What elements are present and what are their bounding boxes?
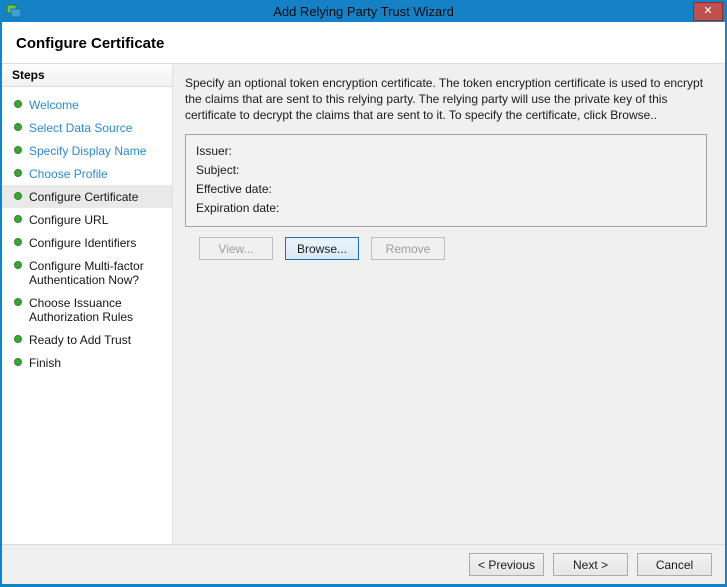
certificate-actions: View... Browse... Remove bbox=[199, 237, 715, 260]
step-bullet-icon bbox=[14, 261, 22, 269]
previous-button[interactable]: < Previous bbox=[469, 553, 544, 576]
step-label: Choose Profile bbox=[29, 167, 108, 181]
steps-list: Welcome Select Data Source Specify Displ… bbox=[2, 87, 172, 374]
title-bar[interactable]: Add Relying Party Trust Wizard ✕ bbox=[2, 0, 725, 22]
remove-button[interactable]: Remove bbox=[371, 237, 445, 260]
window-title: Add Relying Party Trust Wizard bbox=[273, 3, 454, 19]
step-ready-to-add-trust: Ready to Add Trust bbox=[2, 328, 172, 351]
cert-field-subject: Subject: bbox=[196, 163, 240, 177]
step-configure-certificate: Configure Certificate bbox=[2, 185, 172, 208]
window-body: Configure Certificate Steps Welcome Sele… bbox=[2, 22, 725, 584]
step-label: Configure Multi-factor Authentication No… bbox=[29, 259, 144, 287]
step-bullet-icon bbox=[14, 192, 22, 200]
steps-sidebar: Steps Welcome Select Data Source Specify… bbox=[2, 64, 173, 544]
step-choose-profile: Choose Profile bbox=[2, 162, 172, 185]
close-button[interactable]: ✕ bbox=[693, 1, 723, 21]
step-finish: Finish bbox=[2, 351, 172, 374]
step-label: Finish bbox=[29, 356, 62, 370]
step-welcome: Welcome bbox=[2, 93, 172, 116]
app-icon bbox=[6, 3, 22, 19]
cert-field-effective-date: Effective date: bbox=[196, 182, 272, 196]
page-title: Configure Certificate bbox=[16, 35, 165, 52]
description-text: Specify an optional token encryption cer… bbox=[185, 76, 704, 122]
step-bullet-icon bbox=[14, 238, 22, 246]
step-bullet-icon bbox=[14, 335, 22, 343]
step-configure-mfa: Configure Multi-factor Authentication No… bbox=[2, 254, 172, 291]
step-label: Specify Display Name bbox=[29, 144, 147, 158]
step-bullet-icon bbox=[14, 358, 22, 366]
cert-field-issuer: Issuer: bbox=[196, 144, 233, 158]
step-label: Configure URL bbox=[29, 213, 109, 227]
step-configure-identifiers: Configure Identifiers bbox=[2, 231, 172, 254]
step-label: Select Data Source bbox=[29, 121, 133, 135]
step-bullet-icon bbox=[14, 298, 22, 306]
step-bullet-icon bbox=[14, 123, 22, 131]
cert-field-expiration-date: Expiration date: bbox=[196, 201, 280, 215]
certificate-details-box: Issuer: Subject: Effective date: Expirat… bbox=[185, 134, 707, 227]
next-button[interactable]: Next > bbox=[553, 553, 628, 576]
browse-button[interactable]: Browse... bbox=[285, 237, 359, 260]
step-choose-issuance-rules: Choose Issuance Authorization Rules bbox=[2, 291, 172, 328]
step-label: Choose Issuance Authorization Rules bbox=[29, 296, 134, 324]
step-configure-url: Configure URL bbox=[2, 208, 172, 231]
cancel-button[interactable]: Cancel bbox=[637, 553, 712, 576]
step-bullet-icon bbox=[14, 215, 22, 223]
wizard-window: Add Relying Party Trust Wizard ✕ Configu… bbox=[0, 0, 727, 587]
page-header: Configure Certificate bbox=[2, 22, 725, 64]
step-select-data-source: Select Data Source bbox=[2, 116, 172, 139]
view-button[interactable]: View... bbox=[199, 237, 273, 260]
wizard-footer: < Previous Next > Cancel bbox=[2, 544, 725, 584]
step-label: Ready to Add Trust bbox=[29, 333, 132, 347]
step-bullet-icon bbox=[14, 169, 22, 177]
wizard-page-content: Specify an optional token encryption cer… bbox=[173, 64, 725, 544]
step-label: Configure Certificate bbox=[29, 190, 139, 204]
step-bullet-icon bbox=[14, 100, 22, 108]
steps-header: Steps bbox=[2, 64, 172, 87]
step-specify-display-name: Specify Display Name bbox=[2, 139, 172, 162]
step-label: Configure Identifiers bbox=[29, 236, 137, 250]
step-bullet-icon bbox=[14, 146, 22, 154]
step-label: Welcome bbox=[29, 98, 79, 112]
